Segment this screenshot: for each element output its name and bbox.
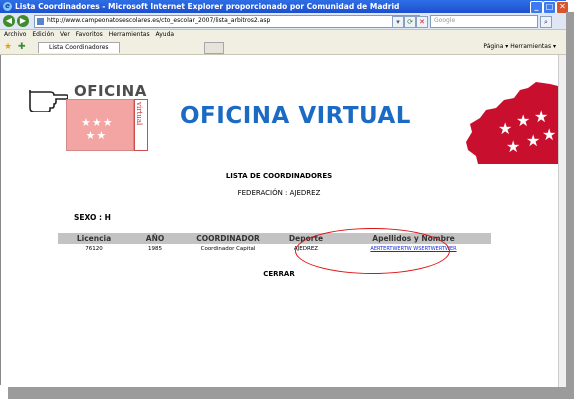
region-star-icon: ★ <box>534 107 548 126</box>
region-star-icon: ★ <box>516 111 530 130</box>
tab-lista-coordinadores[interactable]: Lista Coordinadores <box>38 42 120 53</box>
highlight-oval <box>295 228 450 274</box>
menu-edicion[interactable]: Edición <box>32 30 54 40</box>
header-ano: AÑO <box>145 234 165 243</box>
menu-herramientas[interactable]: Herramientas <box>109 30 150 40</box>
url-field[interactable]: http://www.campeonatosescolares.es/cto_e… <box>34 15 420 28</box>
menu-ayuda[interactable]: Ayuda <box>156 30 175 40</box>
region-star-icon: ★ <box>542 125 556 144</box>
refresh-icon[interactable]: ⟳ <box>404 16 416 28</box>
logo-flag: ★★★ ★★ <box>66 99 134 151</box>
forward-button[interactable]: ▶ <box>17 15 29 27</box>
ie-icon: e <box>3 2 12 11</box>
shadow-right <box>566 12 574 399</box>
region-star-icon: ★ <box>526 131 540 150</box>
header-licencia: Licencia <box>76 234 112 243</box>
search-placeholder: Google <box>434 17 456 24</box>
address-bar: ◀ ▶ http://www.campeonatosescolares.es/c… <box>0 13 566 30</box>
header-coordinador: COORDINADOR <box>196 234 260 243</box>
sex-label: SEXO : H <box>74 213 111 222</box>
window-title: Lista Coordinadores - Microsoft Internet… <box>15 2 400 11</box>
madrid-region-map-icon: ★ ★ ★ ★ ★ ★ <box>466 82 558 164</box>
back-button[interactable]: ◀ <box>3 15 15 27</box>
search-icon[interactable]: ⌕ <box>540 16 552 28</box>
close-link[interactable]: CERRAR <box>0 270 558 278</box>
cell-licencia: 76120 <box>85 246 103 252</box>
favorites-bar: ★ ✚ Lista Coordinadores Página ▾ Herrami… <box>0 40 566 55</box>
new-tab-button[interactable] <box>204 42 224 54</box>
menu-favoritos[interactable]: Favoritos <box>76 30 103 40</box>
menu-archivo[interactable]: Archivo <box>4 30 26 40</box>
menu-ver[interactable]: Ver <box>60 30 70 40</box>
pointing-hand-icon <box>29 90 68 112</box>
page-icon <box>37 18 44 25</box>
tab-label: Lista Coordinadores <box>49 44 109 51</box>
federation-label: FEDERACIÓN : AJEDREZ <box>237 189 321 197</box>
logo-vertical-text: virtual <box>135 102 143 126</box>
search-input[interactable]: Google <box>430 15 538 28</box>
logo-stars-icon: ★★★ ★★ <box>81 116 114 142</box>
favorites-star-icon[interactable]: ★ <box>4 42 12 52</box>
menu-bar: Archivo Edición Ver Favoritos Herramient… <box>0 30 566 40</box>
add-favorite-icon[interactable]: ✚ <box>18 42 26 52</box>
region-star-icon: ★ <box>506 137 520 156</box>
stop-icon[interactable]: ✕ <box>416 16 428 28</box>
url-text: http://www.campeonatosescolares.es/cto_e… <box>47 17 271 24</box>
list-heading: LISTA DE COORDINADORES <box>225 172 333 180</box>
shadow-bottom <box>8 387 574 399</box>
logo-vertical: virtual <box>134 99 148 151</box>
region-star-icon: ★ <box>498 119 512 138</box>
dropdown-icon[interactable]: ▾ <box>392 16 404 28</box>
cell-coordinador: Coordinador Capital <box>200 246 256 252</box>
cell-ano: 1985 <box>148 246 162 252</box>
toolbar-right[interactable]: Página ▾ Herramientas ▾ <box>483 43 556 50</box>
page-title: OFICINA VIRTUAL <box>180 103 411 129</box>
logo-text: OFICINA <box>74 82 147 100</box>
title-bar: e Lista Coordinadores - Microsoft Intern… <box>0 0 569 14</box>
